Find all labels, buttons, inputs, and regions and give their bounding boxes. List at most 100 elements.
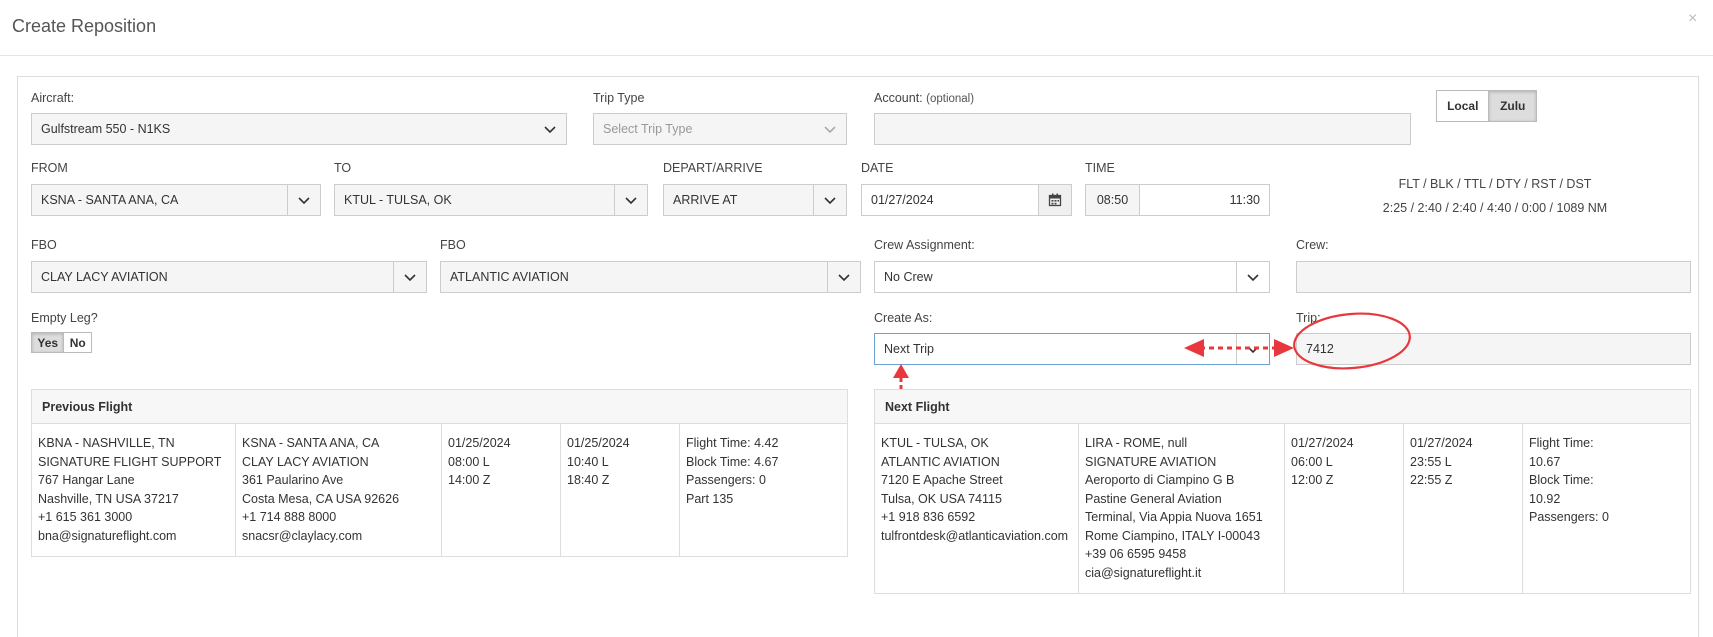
next-dest-email: cia@signatureflight.it	[1085, 565, 1202, 580]
fbo-to-value: ATLANTIC AVIATION	[450, 270, 569, 284]
next-arrive-date: 01/27/2024	[1410, 436, 1473, 450]
next-flight-destination-cell: LIRA - ROME, null SIGNATURE AVIATION Aer…	[1079, 424, 1285, 594]
chevron-down-icon	[1247, 274, 1259, 282]
prev-depart-local: 08:00 L	[448, 454, 490, 469]
to-select[interactable]: KTUL - TULSA, OK	[334, 184, 648, 216]
next-depart-zulu: 12:00 Z	[1291, 473, 1334, 487]
next-passengers: Passengers: 0	[1529, 510, 1609, 524]
aircraft-select[interactable]: Gulfstream 550 - N1KS	[31, 113, 567, 145]
prev-flight-time: Flight Time: 4.42	[686, 436, 779, 450]
next-flight-time-value: 10.67	[1529, 454, 1561, 469]
time-local-input[interactable]: 08:50	[1085, 184, 1140, 216]
previous-flight-origin-cell: KBNA - NASHVILLE, TN SIGNATURE FLIGHT SU…	[32, 424, 236, 557]
empty-leg-no-button[interactable]: No	[63, 333, 91, 352]
to-label: TO	[334, 161, 352, 175]
prev-origin-city: Nashville, TN USA 37217	[38, 491, 179, 506]
crew-input[interactable]	[1296, 261, 1691, 293]
prev-origin-airport: KBNA - NASHVILLE, TN	[38, 436, 175, 450]
create-as-label: Create As:	[874, 311, 933, 325]
time-mode-toggle: Local Zulu	[1436, 90, 1537, 122]
account-hint: (optional)	[926, 93, 975, 105]
prev-dest-city: Costa Mesa, CA USA 92626	[242, 491, 400, 506]
flight-stats-values: 2:25 / 2:40 / 2:40 / 4:40 / 0:00 / 1089 …	[1382, 201, 1608, 215]
local-button[interactable]: Local	[1437, 91, 1488, 121]
chevron-down-icon	[824, 126, 836, 134]
calendar-icon	[1048, 193, 1062, 207]
close-icon[interactable]: ×	[1688, 10, 1697, 28]
fbo-from-label: FBO	[31, 238, 57, 252]
account-label-text: Account:	[874, 91, 923, 105]
aircraft-label: Aircraft:	[31, 91, 75, 105]
depart-arrive-select[interactable]: ARRIVE AT	[663, 184, 847, 216]
next-dest-phone: +39 06 6595 9458	[1085, 547, 1187, 561]
create-as-select[interactable]: Next Trip	[874, 333, 1270, 365]
flight-stats: FLT / BLK / TTL / DTY / RST / DST 2:25 /…	[1360, 172, 1630, 220]
crew-label: Crew:	[1296, 238, 1329, 252]
next-flight-table: Next Flight KTUL - TULSA, OK ATLANTIC AV…	[874, 389, 1691, 594]
chevron-down-icon	[824, 197, 836, 205]
trip-input[interactable]: 7412	[1296, 333, 1691, 365]
prev-depart-zulu: 14:00 Z	[448, 473, 491, 487]
next-block-time-label: Block Time:	[1529, 473, 1594, 487]
empty-leg-toggle: Yes No	[31, 332, 92, 353]
next-origin-street: 7120 E Apache Street	[881, 473, 1003, 487]
account-input[interactable]	[874, 113, 1411, 145]
next-origin-email: tulfrontdesk@atlanticaviation.com	[881, 528, 1069, 543]
previous-flight-title: Previous Flight	[32, 390, 847, 424]
chevron-down-icon	[838, 274, 850, 282]
fbo-to-select[interactable]: ATLANTIC AVIATION	[440, 261, 861, 293]
prev-depart-date: 01/25/2024	[448, 436, 511, 450]
fbo-to-label: FBO	[440, 238, 466, 252]
chevron-down-icon	[625, 197, 637, 205]
chevron-down-icon	[1247, 346, 1259, 354]
date-input[interactable]: 01/27/2024	[861, 184, 1072, 216]
crew-assignment-value: No Crew	[884, 270, 933, 284]
prev-block-time: Block Time: 4.67	[686, 454, 779, 469]
next-depart-date: 01/27/2024	[1291, 436, 1354, 450]
fbo-from-select[interactable]: CLAY LACY AVIATION	[31, 261, 427, 293]
previous-flight-destination-cell: KSNA - SANTA ANA, CA CLAY LACY AVIATION …	[236, 424, 442, 557]
zulu-button[interactable]: Zulu	[1488, 91, 1536, 121]
next-flight-arrive-cell: 01/27/2024 23:55 L 22:55 Z	[1404, 424, 1523, 594]
next-dest-address-1: Aeroporto di Ciampino G B	[1085, 473, 1235, 487]
chevron-down-icon	[404, 274, 416, 282]
trip-type-label: Trip Type	[593, 91, 645, 105]
chevron-down-icon	[298, 197, 310, 205]
previous-flight-table: Previous Flight KBNA - NASHVILLE, TN SIG…	[31, 389, 848, 557]
calendar-button[interactable]	[1038, 185, 1071, 215]
prev-origin-email: bna@signatureflight.com	[38, 528, 177, 543]
crew-assignment-select[interactable]: No Crew	[874, 261, 1270, 293]
time-zulu-value: 11:30	[1229, 193, 1260, 207]
next-origin-airport: KTUL - TULSA, OK	[881, 436, 989, 450]
next-flight-title: Next Flight	[875, 390, 1690, 424]
flight-stats-header: FLT / BLK / TTL / DTY / RST / DST	[1398, 177, 1592, 191]
from-select[interactable]: KSNA - SANTA ANA, CA	[31, 184, 321, 216]
prev-dest-street: 361 Paularino Ave	[242, 473, 344, 487]
crew-assignment-label: Crew Assignment:	[874, 238, 975, 252]
prev-dest-fbo: CLAY LACY AVIATION	[242, 454, 369, 469]
dialog-title: Create Reposition	[12, 16, 157, 36]
next-arrive-local: 23:55 L	[1410, 454, 1452, 469]
prev-arrive-date: 01/25/2024	[567, 436, 630, 450]
header-divider	[0, 55, 1713, 56]
next-flight-time-label: Flight Time:	[1529, 436, 1594, 450]
next-origin-phone: +1 918 836 6592	[881, 510, 976, 524]
trip-value: 7412	[1306, 342, 1334, 356]
date-value: 01/27/2024	[871, 193, 934, 207]
next-flight-depart-cell: 01/27/2024 06:00 L 12:00 Z	[1285, 424, 1404, 594]
time-zulu-input[interactable]: 11:30	[1139, 184, 1270, 216]
trip-type-select[interactable]: Select Trip Type	[593, 113, 847, 145]
next-dest-address-2: Pastine General Aviation	[1085, 491, 1222, 506]
prev-origin-phone: +1 615 361 3000	[38, 510, 133, 524]
prev-passengers: Passengers: 0	[686, 473, 766, 487]
trip-label: Trip:	[1296, 311, 1321, 325]
account-label: Account: (optional)	[874, 91, 974, 105]
next-block-time-value: 10.92	[1529, 491, 1561, 506]
empty-leg-yes-button[interactable]: Yes	[32, 333, 64, 352]
next-depart-local: 06:00 L	[1291, 454, 1333, 469]
previous-flight-stats-cell: Flight Time: 4.42 Block Time: 4.67 Passe…	[680, 424, 847, 557]
previous-flight-arrive-cell: 01/25/2024 10:40 L 18:40 Z	[561, 424, 680, 557]
time-label: TIME	[1085, 161, 1115, 175]
depart-arrive-value: ARRIVE AT	[673, 193, 738, 207]
time-local-value: 08:50	[1096, 193, 1129, 207]
